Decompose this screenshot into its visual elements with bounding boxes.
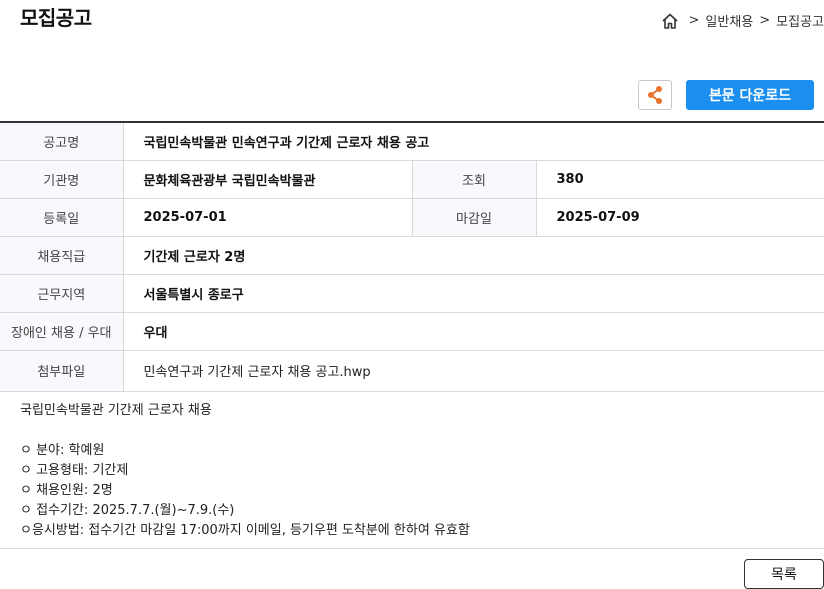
breadcrumb-item-recruitment[interactable]: 모집공고 — [776, 11, 824, 30]
views-label: 조회 — [411, 160, 537, 199]
divider — [0, 548, 824, 549]
page-title: 모집공고 — [20, 6, 92, 30]
body-line: 국립민속박물관 기간제 근로자 채용 — [20, 403, 212, 418]
download-body-button[interactable]: 본문 다운로드 — [686, 80, 814, 110]
deadline-value: 2025-07-09 — [536, 198, 824, 237]
breadcrumb-separator: > — [759, 13, 771, 28]
region-value: 서울특별시 종로구 — [123, 274, 824, 313]
table-row: 채용직급 기간제 근로자 2명 — [0, 236, 824, 275]
org-value: 문화체육관광부 국립민속박물관 — [123, 160, 412, 199]
title-value: 국립민속박물관 민속연구과 기간제 근로자 채용 공고 — [123, 122, 824, 161]
body-line: ㅇ 채용인원: 2명 — [20, 483, 113, 498]
disabled-value: 우대 — [123, 312, 824, 351]
list-button[interactable]: 목록 — [744, 559, 824, 589]
breadcrumb: > 일반채용 > 모집공고 — [661, 11, 824, 30]
views-value: 380 — [536, 160, 824, 199]
body-line: ㅇ 분야: 학예원 — [20, 443, 105, 458]
body-line: ㅇ응시방법: 접수기간 마감일 17:00까지 이메일, 등기우편 도착분에 한… — [20, 523, 470, 538]
disabled-label: 장애인 채용 / 우대 — [0, 312, 124, 351]
table-row: 근무지역 서울특별시 종로구 — [0, 274, 824, 313]
table-row: 공고명 국립민속박물관 민속연구과 기간제 근로자 채용 공고 — [0, 122, 824, 161]
home-icon[interactable] — [661, 12, 679, 30]
table-row: 기관명 문화체육관광부 국립민속박물관 조회 380 — [0, 160, 824, 199]
attachment-label: 첨부파일 — [0, 350, 124, 392]
attachment-link[interactable]: 민속연구과 기간제 근로자 채용 공고.hwp — [123, 350, 824, 392]
reg-date-value: 2025-07-01 — [123, 198, 412, 237]
toolbar: 본문 다운로드 — [638, 80, 814, 110]
table-row: 장애인 채용 / 우대 우대 — [0, 312, 824, 351]
position-label: 채용직급 — [0, 236, 124, 275]
share-icon — [648, 86, 662, 104]
table-row: 등록일 2025-07-01 마감일 2025-07-09 — [0, 198, 824, 237]
breadcrumb-separator: > — [688, 13, 700, 28]
share-button[interactable] — [638, 80, 672, 110]
body-line: ㅇ 접수기간: 2025.7.7.(월)~7.9.(수) — [20, 503, 235, 518]
posting-info-table: 공고명 국립민속박물관 민속연구과 기간제 근로자 채용 공고 기관명 문화체육… — [0, 121, 824, 392]
region-label: 근무지역 — [0, 274, 124, 313]
table-row: 첨부파일 민속연구과 기간제 근로자 채용 공고.hwp — [0, 350, 824, 392]
position-value: 기간제 근로자 2명 — [123, 236, 824, 275]
title-label: 공고명 — [0, 122, 124, 161]
breadcrumb-item-general-hiring[interactable]: 일반채용 — [705, 11, 753, 30]
body-line — [20, 421, 470, 441]
reg-date-label: 등록일 — [0, 198, 124, 237]
org-label: 기관명 — [0, 160, 124, 199]
body-line: ㅇ 고용형태: 기간제 — [20, 463, 129, 478]
deadline-label: 마감일 — [411, 198, 537, 237]
posting-body: 국립민속박물관 기간제 근로자 채용 ㅇ 분야: 학예원 ㅇ 고용형태: 기간제… — [20, 401, 470, 541]
